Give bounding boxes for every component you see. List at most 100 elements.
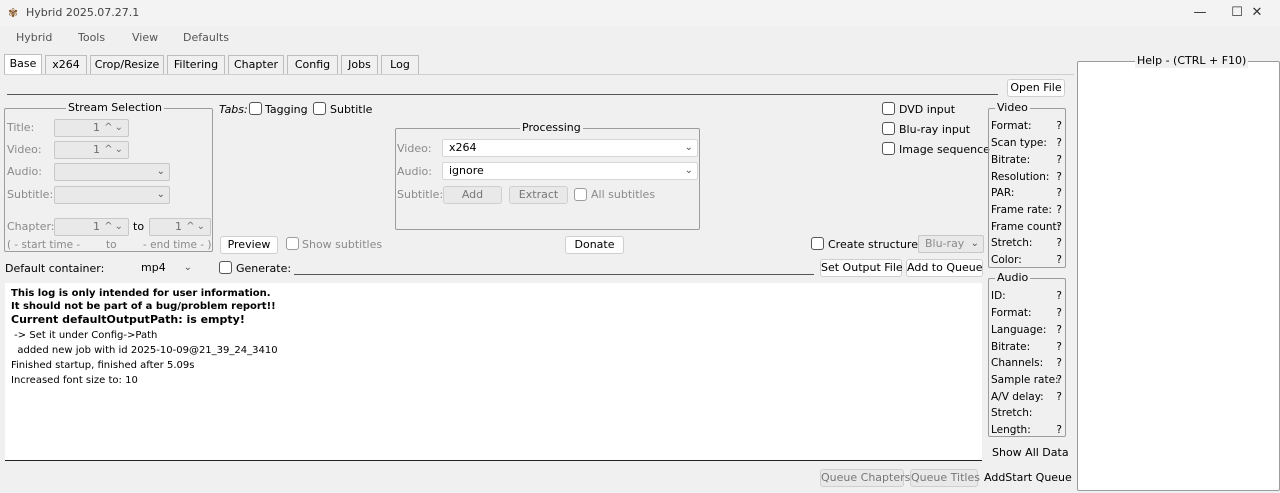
tab-chapter[interactable]: Chapter — [228, 55, 284, 74]
log-line: -> Set it under Config->Path — [11, 330, 158, 341]
time-to-label: to — [106, 239, 117, 251]
subtitle-extract-button[interactable]: Extract — [509, 186, 568, 204]
dvd-input-label: DVD input — [899, 103, 956, 116]
output-path-input[interactable] — [294, 261, 814, 275]
video-info-label: PAR: — [991, 187, 1015, 199]
chevron-down-icon: ⌄ — [684, 142, 693, 153]
processing-video-select[interactable]: x264 ⌄ — [442, 139, 698, 157]
chapter-from-value: 1 — [93, 220, 100, 233]
video-stream-label: Video: — [7, 143, 42, 156]
chapter-to-spinbox[interactable]: 1 ^⌄ — [149, 218, 211, 236]
create-structure-label: Create structure: — [828, 238, 922, 251]
all-subtitles-label: All subtitles — [591, 188, 656, 201]
menu-view[interactable]: View — [132, 31, 158, 47]
set-output-file-button[interactable]: Set Output File — [820, 259, 903, 277]
close-button[interactable]: ✕ — [1234, 0, 1280, 26]
subtitle-stream-select[interactable]: ⌄ — [54, 186, 170, 204]
audio-info-label: Bitrate: — [991, 341, 1031, 353]
spin-arrows-icon: ^⌄ — [186, 221, 207, 232]
tab-crop-resize[interactable]: Crop/Resize — [90, 55, 164, 74]
tab-filtering[interactable]: Filtering — [167, 55, 225, 74]
image-sequence-label: Image sequence — [899, 143, 990, 156]
add-start-queue-button[interactable]: AddStart Queue — [983, 469, 1072, 487]
processing-audio-select[interactable]: ignore ⌄ — [442, 162, 698, 180]
audio-info-value: ? — [1056, 290, 1062, 302]
menu-hybrid[interactable]: Hybrid — [16, 31, 52, 47]
audio-info-value: ? — [1056, 307, 1062, 319]
queue-chapters-button[interactable]: Queue Chapters — [820, 469, 910, 487]
chapter-to-value: 1 — [175, 220, 182, 233]
processing-audio-label: Audio: — [397, 165, 432, 178]
processing-audio-value: ignore — [449, 164, 484, 177]
processing-video-label: Video: — [397, 142, 432, 155]
show-subtitles-checkbox[interactable] — [286, 237, 299, 250]
audio-info-label: Channels: — [991, 357, 1044, 369]
video-info-value: ? — [1056, 171, 1062, 183]
image-sequence-checkbox[interactable] — [882, 142, 895, 155]
audio-info-value: ? — [1056, 341, 1062, 353]
show-all-data-button[interactable]: Show All Data — [992, 446, 1069, 460]
container-value: mp4 — [141, 261, 166, 274]
subtitle-add-button[interactable]: Add — [443, 186, 502, 204]
tab-base[interactable]: Base — [4, 54, 42, 75]
tab-jobs[interactable]: Jobs — [341, 55, 378, 74]
tab-log[interactable]: Log — [381, 55, 419, 74]
default-container-label: Default container: — [5, 262, 105, 275]
audio-info-value: ? — [1056, 374, 1062, 386]
subtitle-tab-checkbox[interactable] — [313, 102, 326, 115]
audio-stream-select[interactable]: ⌄ — [54, 163, 170, 181]
video-info-value: ? — [1056, 120, 1062, 132]
video-info-label: Format: — [991, 120, 1032, 132]
generate-checkbox[interactable] — [219, 261, 232, 274]
tab-config[interactable]: Config — [287, 55, 338, 74]
chevron-down-icon: ⌄ — [684, 165, 693, 176]
audio-info-label: Format: — [991, 307, 1032, 319]
donate-button[interactable]: Donate — [565, 236, 624, 254]
all-subtitles-checkbox[interactable] — [574, 188, 587, 201]
video-info-label: Color: — [991, 254, 1022, 266]
log-line: This log is only intended for user infor… — [11, 288, 271, 299]
video-info-title: Video — [995, 101, 1030, 115]
bluray-input-checkbox[interactable] — [882, 122, 895, 135]
subtitle-stream-label: Subtitle: — [7, 188, 54, 201]
window-title: Hybrid 2025.07.27.1 — [26, 6, 140, 19]
create-structure-checkbox[interactable] — [811, 237, 824, 250]
audio-info-value: ? — [1056, 324, 1062, 336]
subtitle-tab-label: Subtitle — [330, 103, 373, 116]
container-select[interactable]: mp4 ⌄ — [135, 259, 197, 277]
help-panel: Help - (CTRL + F10) — [1077, 54, 1280, 491]
video-stream-spinbox[interactable]: 1 ^⌄ — [54, 141, 129, 159]
show-subtitles-label: Show subtitles — [302, 238, 383, 251]
audio-info-value: ? — [1056, 391, 1062, 403]
processing-video-value: x264 — [449, 141, 477, 154]
video-info-label: Frame rate: — [991, 204, 1052, 216]
tab-x264[interactable]: x264 — [45, 55, 87, 74]
chapter-to-label: to — [133, 220, 145, 233]
menu-tools[interactable]: Tools — [78, 31, 105, 47]
end-time-label: - end time - ) — [143, 239, 212, 251]
audio-info-title: Audio — [995, 271, 1031, 285]
spin-arrows-icon: ^⌄ — [104, 144, 125, 155]
log-line: Current defaultOutputPath: is empty! — [11, 313, 245, 326]
chapter-from-spinbox[interactable]: 1 ^⌄ — [54, 218, 129, 236]
audio-info-label: Sample rate: — [991, 374, 1059, 386]
video-info-value: ? — [1056, 237, 1062, 249]
file-path-input[interactable] — [7, 81, 998, 95]
preview-button[interactable]: Preview — [220, 236, 278, 254]
video-info-value: ? — [1056, 204, 1062, 216]
audio-info-label: Stretch: — [991, 407, 1033, 419]
structure-select[interactable]: Blu-ray ⌄ — [918, 235, 984, 253]
tagging-checkbox[interactable] — [249, 102, 262, 115]
title-spinbox[interactable]: 1 ^⌄ — [54, 119, 129, 137]
open-file-button[interactable]: Open File — [1007, 79, 1065, 97]
audio-info-label: A/V delay: — [991, 391, 1044, 403]
video-info-label: Resolution: — [991, 171, 1050, 183]
title-bar: ✾ Hybrid 2025.07.27.1 — ☐ ✕ — [0, 0, 1280, 26]
dvd-input-checkbox[interactable] — [882, 102, 895, 115]
queue-titles-button[interactable]: Queue Titles — [910, 469, 980, 487]
log-area[interactable]: This log is only intended for user infor… — [5, 283, 982, 461]
add-to-queue-button[interactable]: Add to Queue — [906, 259, 983, 277]
menu-defaults[interactable]: Defaults — [183, 31, 229, 47]
audio-info-value: ? — [1056, 424, 1062, 436]
start-time-label: ( - start time - — [7, 239, 81, 251]
